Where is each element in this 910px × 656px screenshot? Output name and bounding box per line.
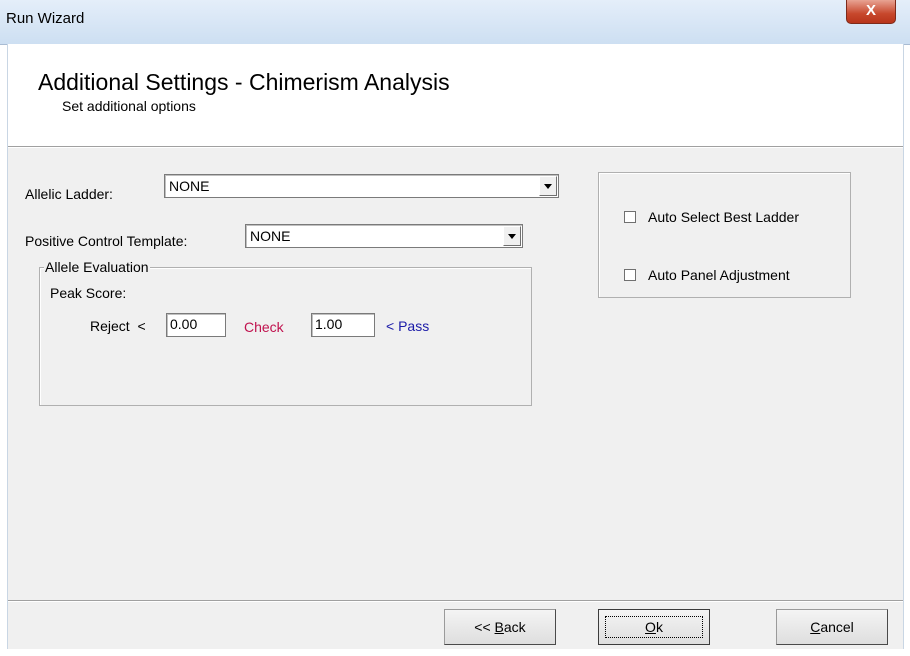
title-bar: Run Wizard X xyxy=(0,0,910,45)
check-label: Check xyxy=(244,319,284,335)
wizard-header: Additional Settings - Chimerism Analysis… xyxy=(8,44,903,147)
allele-evaluation-group: Allele Evaluation Peak Score: Reject < 0… xyxy=(39,259,532,406)
chevron-down-icon[interactable] xyxy=(539,176,557,196)
page-subtitle: Set additional options xyxy=(62,98,196,114)
allelic-ladder-dropdown[interactable]: NONE xyxy=(164,174,559,198)
check-threshold-input[interactable]: 1.00 xyxy=(311,313,375,337)
checkbox-icon[interactable] xyxy=(624,211,636,223)
positive-control-label: Positive Control Template: xyxy=(25,233,188,249)
ok-button[interactable]: Ok xyxy=(598,609,710,645)
cancel-button-accel: C xyxy=(810,619,821,635)
dialog-body: Additional Settings - Chimerism Analysis… xyxy=(7,44,904,649)
page-title: Additional Settings - Chimerism Analysis xyxy=(38,69,450,95)
auto-panel-adjustment-label: Auto Panel Adjustment xyxy=(648,267,790,283)
reject-label: Reject < xyxy=(90,318,146,334)
auto-select-best-ladder-label: Auto Select Best Ladder xyxy=(648,209,799,225)
peak-score-label: Peak Score: xyxy=(50,285,127,301)
back-button-label: ack xyxy=(503,619,526,635)
back-button[interactable]: << Back xyxy=(444,609,556,645)
close-button[interactable]: X xyxy=(846,0,896,24)
positive-control-dropdown[interactable]: NONE xyxy=(245,224,523,248)
allele-evaluation-legend: Allele Evaluation xyxy=(44,259,150,275)
cancel-button-label: ancel xyxy=(820,619,854,635)
auto-select-best-ladder-checkbox[interactable]: Auto Select Best Ladder xyxy=(624,209,799,225)
pass-label: < Pass xyxy=(386,318,430,334)
back-button-accel: B xyxy=(494,619,504,635)
checkbox-icon[interactable] xyxy=(624,269,636,281)
window-title: Run Wizard xyxy=(6,10,85,27)
reject-threshold-input[interactable]: 0.00 xyxy=(166,313,226,337)
auto-panel-adjustment-checkbox[interactable]: Auto Panel Adjustment xyxy=(624,267,790,283)
close-icon: X xyxy=(865,2,876,19)
focus-indicator xyxy=(605,616,703,638)
allelic-ladder-value: NONE xyxy=(169,178,210,194)
ladder-options-group: Auto Select Best Ladder Auto Panel Adjus… xyxy=(598,172,851,298)
positive-control-value: NONE xyxy=(250,228,291,244)
allelic-ladder-label: Allelic Ladder: xyxy=(25,186,113,202)
chevron-down-icon[interactable] xyxy=(503,226,521,246)
back-button-prefix: << xyxy=(474,619,495,635)
cancel-button[interactable]: Cancel xyxy=(776,609,888,645)
footer-divider xyxy=(8,600,903,602)
